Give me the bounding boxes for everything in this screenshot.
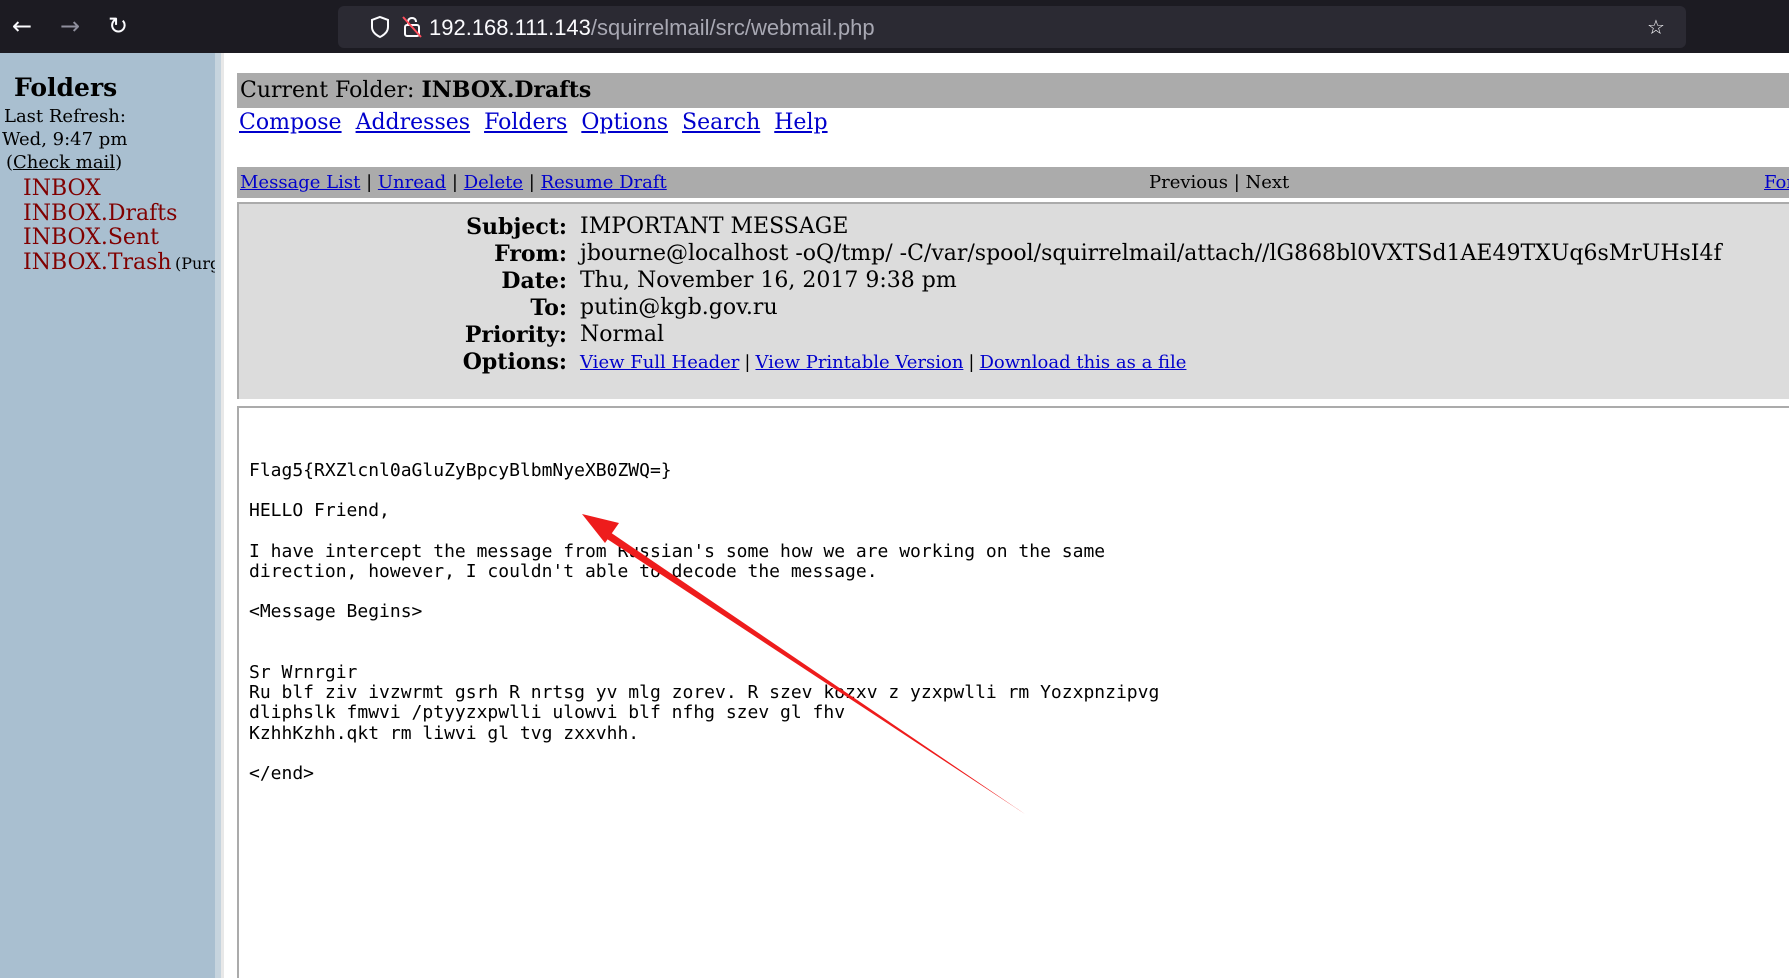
shield-icon[interactable]	[368, 15, 392, 39]
from-label: From:	[494, 241, 567, 267]
folder-pane: Folders Last Refresh: Wed, 9:47 pm (Chec…	[0, 53, 221, 978]
check-mail-link[interactable]: Check mail	[13, 152, 115, 173]
from-value: jbourne@localhost -oQ/tmp/ -C/var/spool/…	[580, 241, 1722, 266]
last-refresh-value: Wed, 9:47 pm	[2, 129, 128, 150]
subject-label: Subject:	[466, 214, 567, 240]
reload-icon[interactable]: ↻	[104, 12, 132, 40]
resume-draft-link[interactable]: Resume Draft	[541, 172, 667, 193]
main-nav: Compose Addresses Folders Options Search Help	[239, 110, 842, 135]
url-text[interactable]: 192.168.111.143/squirrelmail/src/webmail…	[429, 15, 875, 41]
current-folder-bar: Current Folder: INBOX.Drafts	[237, 73, 1789, 108]
message-body: Flag5{RXZlcnl0aGluZyBpcyBlbmNyeXB0ZWQ=} …	[249, 460, 1160, 785]
browser-toolbar: ← → ↻ 192.168.111.143/squirrelmail/src/w…	[0, 0, 1789, 53]
view-full-header-link[interactable]: View Full Header	[580, 352, 739, 373]
last-refresh: Last Refresh: Wed, 9:47 pm (Check mail)	[2, 105, 128, 174]
date-value: Thu, November 16, 2017 9:38 pm	[580, 268, 957, 293]
message-list-link[interactable]: Message List	[240, 172, 360, 193]
download-as-file-link[interactable]: Download this as a file	[980, 352, 1187, 373]
address-bar[interactable]: 192.168.111.143/squirrelmail/src/webmail…	[338, 6, 1686, 48]
url-path: /squirrelmail/src/webmail.php	[590, 15, 875, 40]
purge-link[interactable]: (Purg	[175, 254, 215, 273]
nav-compose[interactable]: Compose	[239, 110, 342, 135]
forward-arrow-icon[interactable]: →	[56, 12, 84, 40]
forward-link[interactable]: Forv	[1764, 172, 1789, 193]
folder-inbox-drafts[interactable]: INBOX.Drafts	[23, 201, 177, 226]
folder-inbox-trash[interactable]: INBOX.Trash	[23, 250, 172, 275]
unread-link[interactable]: Unread	[378, 172, 446, 193]
options-label: Options:	[462, 349, 567, 375]
nav-addresses[interactable]: Addresses	[356, 110, 470, 135]
nav-search[interactable]: Search	[682, 110, 760, 135]
url-host: 192.168.111.143	[429, 15, 591, 40]
priority-label: Priority:	[464, 322, 567, 348]
delete-link[interactable]: Delete	[464, 172, 523, 193]
last-refresh-label: Last Refresh:	[4, 106, 126, 127]
header-options: View Full Header | View Printable Version |…	[580, 352, 1187, 373]
nav-options[interactable]: Options	[581, 110, 668, 135]
current-folder-name: INBOX.Drafts	[421, 77, 592, 103]
priority-value: Normal	[580, 322, 665, 347]
message-pane: Current Folder: INBOX.Drafts Compose Addr…	[224, 53, 1789, 978]
next-label: Next	[1245, 172, 1290, 193]
nav-help[interactable]: Help	[774, 110, 827, 135]
to-label: To:	[530, 295, 567, 321]
subject-value: IMPORTANT MESSAGE	[580, 214, 849, 239]
folders-title: Folders	[14, 73, 118, 102]
message-header: Subject: IMPORTANT MESSAGE From: jbourne@l…	[237, 202, 1789, 399]
folder-inbox[interactable]: INBOX	[23, 176, 101, 201]
message-body-box: Flag5{RXZlcnl0aGluZyBpcyBlbmNyeXB0ZWQ=} …	[237, 406, 1789, 978]
insecure-lock-icon[interactable]	[400, 15, 424, 39]
previous-label: Previous	[1149, 172, 1228, 193]
back-arrow-icon[interactable]: ←	[8, 12, 36, 40]
paren-open: (	[6, 152, 14, 173]
to-value: putin@kgb.gov.ru	[580, 295, 778, 320]
view-printable-version-link[interactable]: View Printable Version	[755, 352, 963, 373]
bookmark-star-icon[interactable]: ☆	[1644, 15, 1668, 39]
nav-folders[interactable]: Folders	[484, 110, 567, 135]
folder-inbox-sent[interactable]: INBOX.Sent	[23, 225, 159, 250]
paren-close: )	[115, 152, 123, 173]
current-folder-label: Current Folder:	[240, 78, 415, 103]
message-action-bar: Message List | Unread | Delete | Resume …	[237, 167, 1789, 198]
date-label: Date:	[501, 268, 567, 294]
